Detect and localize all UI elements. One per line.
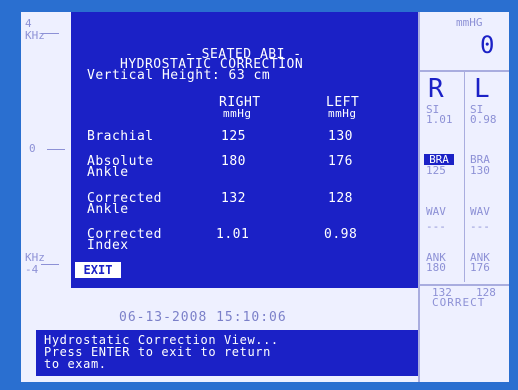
- axis-middle-value: 0: [29, 142, 36, 155]
- row-corr-ankle-right: 132: [221, 191, 246, 206]
- bra-right-value: 125: [426, 164, 446, 177]
- right-side-label: R: [428, 74, 444, 104]
- message-line-3: to exam.: [44, 357, 107, 371]
- row-brachial-right: 125: [221, 129, 246, 144]
- bra-left-value: 130: [470, 164, 490, 177]
- row-abs-ankle-label2: Ankle: [87, 165, 129, 180]
- wav-right-value: ---: [426, 220, 446, 233]
- si-left-value: 0.98: [470, 113, 497, 126]
- help-message-box: Hydrostatic Correction View... Press ENT…: [36, 330, 418, 376]
- axis-bottom-value: -4: [25, 263, 39, 276]
- row-corr-ankle-left: 128: [328, 191, 353, 206]
- row-brachial-left: 130: [328, 129, 353, 144]
- pressure-unit: mmHG: [456, 16, 483, 29]
- row-abs-ankle-right: 180: [221, 154, 246, 169]
- left-side-label: L: [474, 74, 490, 104]
- abi-panel: - SEATED ABI - HYDROSTATIC CORRECTION Ve…: [71, 12, 418, 288]
- wav-left-value: ---: [470, 220, 490, 233]
- axis-tick-middle: [47, 149, 65, 150]
- pressure-value: 0: [480, 31, 495, 59]
- exit-button[interactable]: EXIT: [75, 262, 121, 278]
- vertical-height: Vertical Height: 63 cm: [87, 68, 271, 83]
- correct-label: CORRECT: [432, 296, 486, 309]
- doppler-axis: 4 KHz 0 KHz -4: [21, 12, 72, 288]
- row-brachial-label: Brachial: [87, 129, 154, 144]
- row-corr-ankle-label2: Ankle: [87, 202, 129, 217]
- summary-column: mmHG 0 R L SI 1.01 SI 0.98 BRA 125 BRA 1…: [418, 12, 509, 382]
- axis-top-unit: KHz: [25, 29, 45, 42]
- axis-top-value: 4: [25, 17, 32, 30]
- datetime: 06-13-2008 15:10:06: [119, 310, 287, 325]
- ank-left-value: 176: [470, 261, 490, 274]
- divider-middle: [464, 72, 465, 282]
- wav-right-label[interactable]: WAV: [426, 206, 446, 217]
- datetime-bar: 06-13-2008 15:10:06: [71, 288, 418, 328]
- axis-bottom-unit: KHz: [25, 251, 45, 264]
- ank-right-value: 180: [426, 261, 446, 274]
- axis-tick-bottom: [41, 264, 59, 265]
- row-corr-index-label2: Index: [87, 238, 129, 253]
- axis-tick-top: [41, 33, 59, 34]
- row-abs-ankle-left: 176: [328, 154, 353, 169]
- wav-left-label[interactable]: WAV: [470, 206, 490, 217]
- col-right-unit: mmHg: [223, 107, 252, 120]
- row-corr-index-left: 0.98: [324, 227, 358, 242]
- si-right-value: 1.01: [426, 113, 453, 126]
- col-left-unit: mmHg: [328, 107, 357, 120]
- row-corr-index-right: 1.01: [216, 227, 250, 242]
